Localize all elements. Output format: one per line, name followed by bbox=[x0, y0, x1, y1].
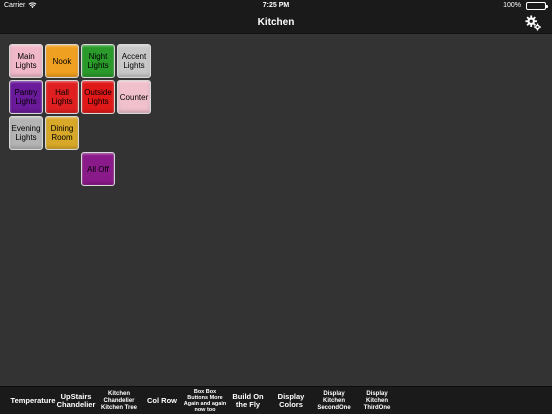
tab-display-colors[interactable]: Display Colors bbox=[269, 387, 313, 414]
evening-lights-button[interactable]: Evening Lights bbox=[9, 116, 43, 150]
accent-lights-label: Accent Lights bbox=[121, 52, 147, 70]
tab-label: UpStairs Chandelier bbox=[56, 392, 96, 409]
tab-build-on-the-fly[interactable]: Build On the Fly bbox=[227, 387, 269, 414]
all-off-label: All Off bbox=[87, 164, 109, 174]
tab-display-kitchen-secondone[interactable]: Display Kitchen SecondOne bbox=[313, 387, 355, 414]
tab-label: Build On the Fly bbox=[232, 392, 264, 409]
tab-kitchen-chandelier-kitchen-tree[interactable]: Kitchen Chandelier Kitchen Tree bbox=[97, 387, 141, 414]
accent-lights-button[interactable]: Accent Lights bbox=[117, 44, 151, 78]
outside-lights-label: Outside Lights bbox=[84, 88, 112, 106]
status-bar: Carrier 7:25 PM 100% bbox=[0, 0, 552, 12]
hall-lights-label: Hall Lights bbox=[51, 88, 73, 106]
pantry-lights-button[interactable]: Pantry Lights bbox=[9, 80, 43, 114]
page-title: Kitchen bbox=[257, 17, 295, 28]
clock: 7:25 PM bbox=[262, 2, 290, 9]
counter-label: Counter bbox=[119, 92, 149, 102]
tab-box-box[interactable]: Box Box Buttons More Again and again now… bbox=[183, 387, 227, 414]
tab-col-row[interactable]: Col Row bbox=[141, 387, 183, 414]
tab-upstairs-chandelier[interactable]: UpStairs Chandelier bbox=[55, 387, 97, 414]
counter-button[interactable]: Counter bbox=[117, 80, 151, 114]
tab-bar: Temperature UpStairs Chandelier Kitchen … bbox=[0, 386, 552, 414]
tab-label: Display Colors bbox=[277, 392, 305, 409]
dining-room-button[interactable]: Dining Room bbox=[45, 116, 79, 150]
tab-label: Display Kitchen ThirdOne bbox=[363, 390, 391, 411]
tab-temperature[interactable]: Temperature bbox=[8, 387, 58, 414]
tab-label: Display Kitchen SecondOne bbox=[317, 390, 351, 411]
tab-label: Temperature bbox=[10, 396, 56, 405]
tab-display-kitchen-thirdone[interactable]: Display Kitchen ThirdOne bbox=[355, 387, 399, 414]
navigation-bar: Kitchen bbox=[0, 12, 552, 34]
settings-gears-icon[interactable] bbox=[524, 14, 542, 32]
night-lights-label: Night Lights bbox=[87, 52, 109, 70]
outside-lights-button[interactable]: Outside Lights bbox=[81, 80, 115, 114]
tab-label: Col Row bbox=[147, 396, 177, 405]
tab-label: Box Box Buttons More Again and again now… bbox=[183, 389, 227, 413]
all-off-button[interactable]: All Off bbox=[81, 152, 115, 186]
tab-label: Kitchen Chandelier Kitchen Tree bbox=[100, 390, 137, 411]
night-lights-button[interactable]: Night Lights bbox=[81, 44, 115, 78]
main-lights-button[interactable]: Main Lights bbox=[9, 44, 43, 78]
hall-lights-button[interactable]: Hall Lights bbox=[45, 80, 79, 114]
battery-icon bbox=[526, 2, 548, 10]
evening-lights-label: Evening Lights bbox=[11, 124, 41, 142]
pantry-lights-label: Pantry Lights bbox=[14, 88, 38, 106]
main-lights-label: Main Lights bbox=[15, 52, 37, 70]
dining-room-label: Dining Room bbox=[50, 124, 74, 142]
nook-label: Nook bbox=[52, 56, 72, 66]
nook-button[interactable]: Nook bbox=[45, 44, 79, 78]
battery-percent: 100% bbox=[503, 2, 521, 9]
